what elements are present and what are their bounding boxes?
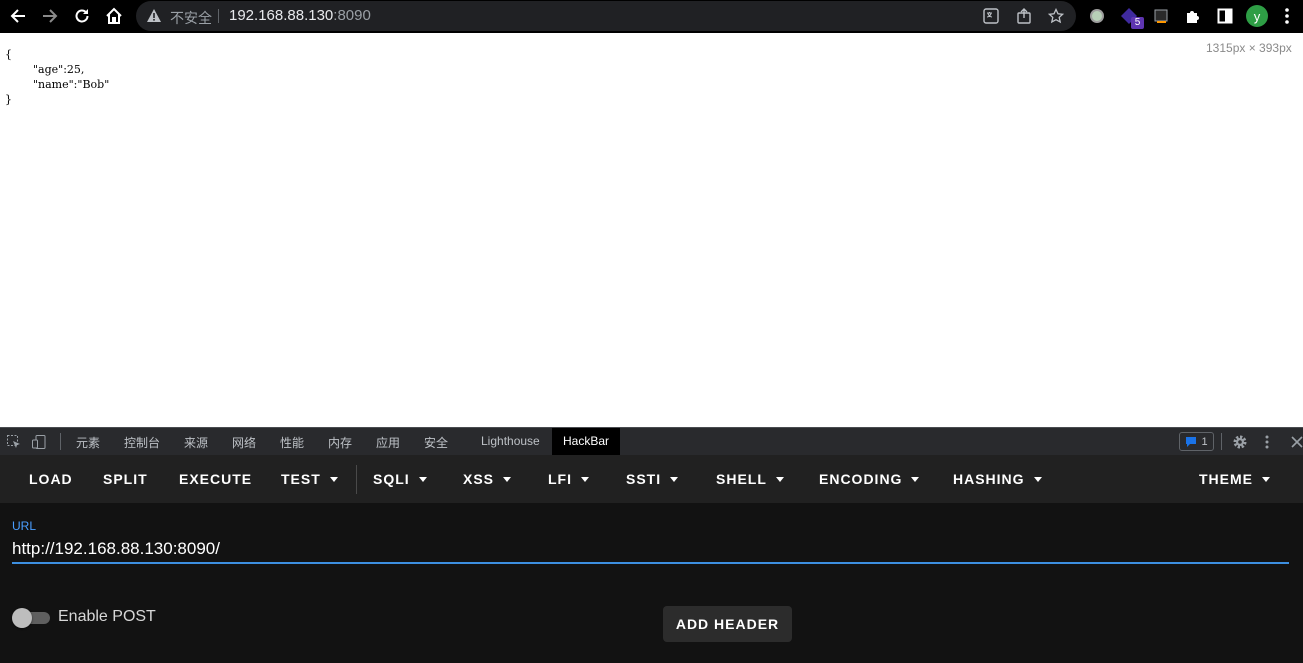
split-button[interactable]: SPLIT [103, 471, 148, 487]
hackbar-panel: URL Enable POST ADD HEADER [0, 503, 1303, 663]
forward-arrow-icon[interactable] [38, 5, 62, 27]
caret-down-icon [329, 477, 338, 482]
sqli-label: SQLI [373, 471, 410, 487]
device-toolbar-icon[interactable] [28, 431, 50, 453]
address-divider [218, 9, 219, 23]
page-viewport: { "age":25, "name":"Bob" } 1315px × 393p… [0, 33, 1303, 426]
puzzle-icon[interactable] [1182, 5, 1204, 27]
hashing-menu[interactable]: HASHING [953, 471, 1042, 487]
tab-application[interactable]: 应用 [376, 434, 400, 451]
address-bar[interactable]: 不安全 192.168.88.130:8090 [136, 1, 1076, 31]
back-arrow-icon[interactable] [6, 5, 30, 27]
reload-icon[interactable] [70, 5, 94, 27]
share-icon[interactable] [1015, 7, 1033, 25]
address-url[interactable]: 192.168.88.130:8090 [229, 7, 371, 24]
tab-network[interactable]: 网络 [232, 434, 256, 451]
caret-down-icon [418, 477, 427, 482]
lfi-label: LFI [548, 471, 572, 487]
add-header-button[interactable]: ADD HEADER [663, 606, 792, 642]
enable-post-toggle[interactable] [12, 608, 50, 628]
hackbar-menu: LOAD SPLIT EXECUTE TEST SQLI XSS LFI SST… [0, 455, 1303, 503]
lfi-menu[interactable]: LFI [548, 471, 589, 487]
url-port: :8090 [333, 7, 371, 24]
side-panel-icon[interactable] [1214, 5, 1236, 27]
inspect-element-icon[interactable] [3, 431, 25, 453]
viewport-dimension-readout: 1315px × 393px [1206, 41, 1292, 55]
caret-down-icon [670, 477, 679, 482]
xss-menu[interactable]: XSS [463, 471, 512, 487]
more-vert-icon[interactable] [1256, 431, 1278, 453]
theme-label: THEME [1199, 471, 1253, 487]
ssti-label: SSTI [626, 471, 662, 487]
tab-hackbar[interactable]: HackBar [552, 428, 621, 455]
toggle-knob [12, 608, 32, 628]
tab-divider [60, 433, 61, 450]
theme-menu[interactable]: THEME [1199, 471, 1270, 487]
avatar[interactable]: y [1246, 5, 1268, 27]
caret-down-icon [1262, 477, 1270, 482]
extension-circle-icon[interactable] [1086, 5, 1108, 27]
close-icon[interactable] [1286, 431, 1303, 453]
url-host: 192.168.88.130 [229, 7, 334, 24]
url-label: URL [12, 519, 37, 533]
execute-button[interactable]: EXECUTE [179, 471, 252, 487]
extension-hackbar-icon[interactable] [1150, 5, 1172, 27]
menu-divider [356, 465, 357, 494]
tab-performance[interactable]: 性能 [280, 434, 304, 451]
caret-down-icon [1033, 477, 1042, 482]
tab-sources[interactable]: 来源 [184, 434, 208, 451]
issues-icon [1186, 437, 1197, 447]
home-icon[interactable] [102, 5, 126, 27]
ssti-menu[interactable]: SSTI [626, 471, 679, 487]
tab-memory[interactable]: 内存 [328, 434, 352, 451]
shell-label: SHELL [716, 471, 767, 487]
test-menu[interactable]: TEST [281, 471, 338, 487]
enable-post-label: Enable POST [58, 608, 156, 625]
star-icon[interactable] [1047, 7, 1065, 25]
more-vert-icon[interactable] [1276, 5, 1298, 27]
caret-down-icon [911, 477, 920, 482]
extension-badge: 5 [1131, 17, 1144, 29]
security-status-text[interactable]: 不安全 [170, 8, 212, 28]
translate-icon[interactable] [982, 7, 1000, 25]
warning-icon[interactable] [146, 8, 162, 28]
devtools-tabstrip: 元素 控制台 来源 网络 性能 内存 应用 安全 Lighthouse Hack… [0, 427, 1303, 455]
shell-menu[interactable]: SHELL [716, 471, 784, 487]
tab-console[interactable]: 控制台 [124, 434, 160, 451]
hashing-label: HASHING [953, 471, 1025, 487]
tab-elements[interactable]: 元素 [76, 434, 100, 451]
tab-security[interactable]: 安全 [424, 434, 448, 451]
encoding-label: ENCODING [819, 471, 903, 487]
gear-icon[interactable] [1229, 431, 1251, 453]
issues-count: 1 [1201, 435, 1208, 448]
url-input[interactable] [12, 534, 1289, 564]
json-response: { "age":25, "name":"Bob" } [5, 48, 110, 106]
encoding-menu[interactable]: ENCODING [819, 471, 920, 487]
caret-down-icon [503, 477, 512, 482]
xss-label: XSS [463, 471, 495, 487]
load-button[interactable]: LOAD [29, 471, 73, 487]
tab-lighthouse[interactable]: Lighthouse [481, 434, 540, 448]
browser-toolbar: 不安全 192.168.88.130:8090 5 y [0, 0, 1303, 33]
test-label: TEST [281, 471, 321, 487]
caret-down-icon [581, 477, 589, 482]
sqli-menu[interactable]: SQLI [373, 471, 427, 487]
issues-button[interactable]: 1 [1179, 432, 1214, 451]
tab-divider [1221, 433, 1222, 450]
caret-down-icon [775, 477, 784, 482]
